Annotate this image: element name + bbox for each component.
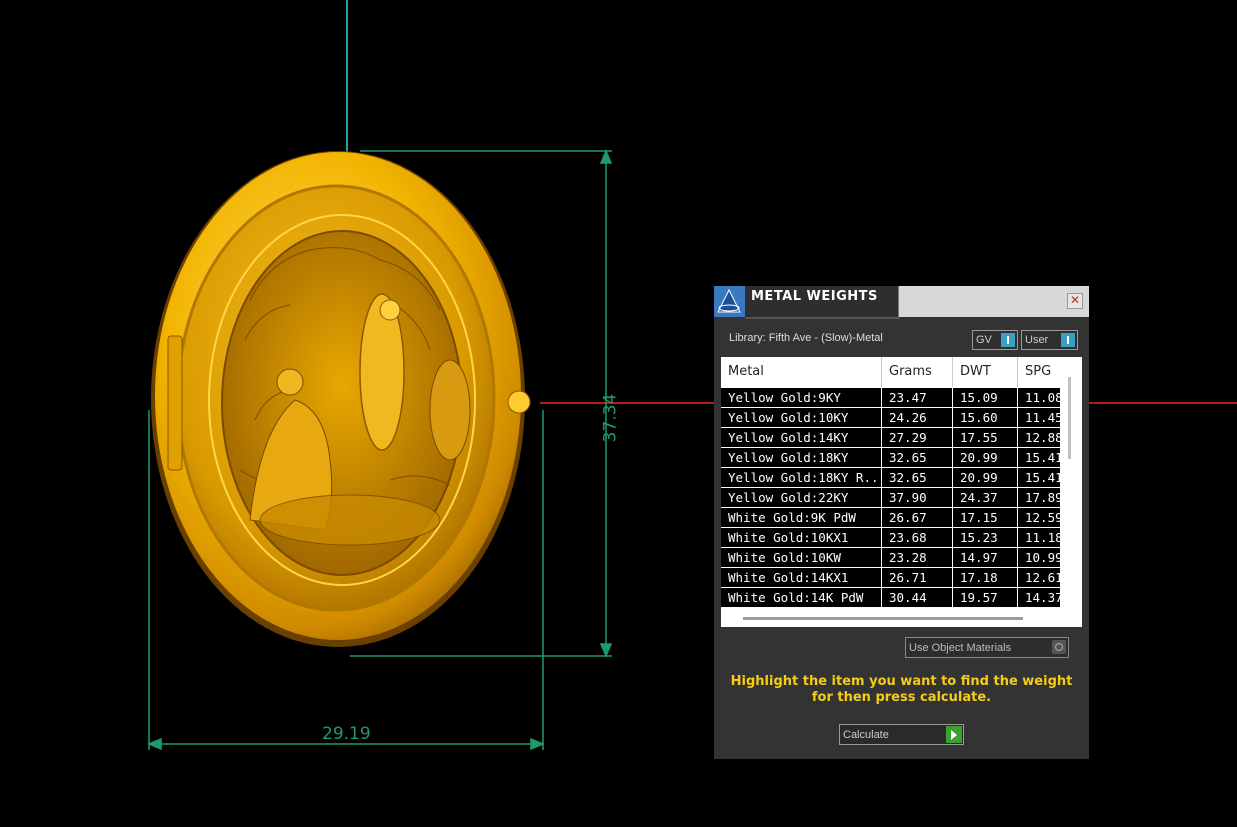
gv-toggle[interactable]: GV xyxy=(972,330,1018,350)
spg-cell: 17.89 xyxy=(1018,488,1060,507)
vertical-scrollbar[interactable] xyxy=(1068,377,1071,459)
panel-title-tab: METAL WEIGHTS xyxy=(745,286,899,319)
spg-cell: 10.99 xyxy=(1018,548,1060,567)
panel-title: METAL WEIGHTS xyxy=(751,289,878,304)
grams-cell: 23.28 xyxy=(882,548,952,567)
grams-cell: 27.29 xyxy=(882,428,952,447)
user-toggle[interactable]: User xyxy=(1021,330,1078,350)
grams-cell: 32.65 xyxy=(882,448,952,467)
table-row[interactable]: Yellow Gold:9KY 23.47 15.09 11.08 xyxy=(721,388,1060,408)
metal-cell: Yellow Gold:14KY xyxy=(721,428,881,447)
dwt-cell: 14.97 xyxy=(953,548,1017,567)
grams-cell: 37.90 xyxy=(882,488,952,507)
metal-cell: Yellow Gold:18KY R... xyxy=(721,468,881,487)
table-header: Metal Grams DWT SPG xyxy=(721,357,1082,387)
close-icon: ✕ xyxy=(1069,293,1081,307)
app-logo-icon xyxy=(714,286,745,317)
grams-cell: 23.47 xyxy=(882,388,952,407)
spg-cell: 12.59 xyxy=(1018,508,1060,527)
column-header-metal[interactable]: Metal xyxy=(721,357,882,387)
dwt-cell: 17.18 xyxy=(953,568,1017,587)
table-row[interactable]: Yellow Gold:22KY 37.90 24.37 17.89 xyxy=(721,488,1060,508)
gv-toggle-label: GV xyxy=(976,334,992,346)
calculate-label: Calculate xyxy=(843,729,889,741)
table-row[interactable]: White Gold:14KX1 26.71 17.18 12.61 xyxy=(721,568,1060,588)
dwt-cell: 24.37 xyxy=(953,488,1017,507)
instruction-text: Highlight the item you want to find the … xyxy=(730,674,1073,705)
spg-cell: 15.41 xyxy=(1018,468,1060,487)
metal-weights-panel: METAL WEIGHTS ✕ Library: Fifth Ave - (Sl… xyxy=(714,286,1089,759)
gold-pendant-model[interactable] xyxy=(151,151,531,647)
metal-cell: Yellow Gold:9KY xyxy=(721,388,881,407)
metal-cell: White Gold:14KX1 xyxy=(721,568,881,587)
dwt-cell: 15.09 xyxy=(953,388,1017,407)
table-row[interactable]: Yellow Gold:14KY 27.29 17.55 12.88 xyxy=(721,428,1060,448)
toggle-switch-icon xyxy=(1061,333,1075,347)
grams-cell: 26.71 xyxy=(882,568,952,587)
dwt-cell: 20.99 xyxy=(953,448,1017,467)
metal-cell: White Gold:10KW xyxy=(721,548,881,567)
table-row[interactable]: White Gold:14K PdW 30.44 19.57 14.37 xyxy=(721,588,1060,608)
metal-cell: Yellow Gold:22KY xyxy=(721,488,881,507)
dwt-cell: 17.55 xyxy=(953,428,1017,447)
table-row[interactable]: White Gold:10KW 23.28 14.97 10.99 xyxy=(721,548,1060,568)
column-header-grams[interactable]: Grams xyxy=(882,357,953,387)
table-body: Yellow Gold:9KY 23.47 15.09 11.08 Yellow Go… xyxy=(721,388,1060,608)
dwt-cell: 20.99 xyxy=(953,468,1017,487)
spg-cell: 12.61 xyxy=(1018,568,1060,587)
table-row[interactable]: Yellow Gold:18KY R... 32.65 20.99 15.41 xyxy=(721,468,1060,488)
panel-title-bar[interactable]: METAL WEIGHTS ✕ xyxy=(714,286,1089,319)
spg-cell: 11.08 xyxy=(1018,388,1060,407)
title-bar-fill xyxy=(899,286,1089,317)
play-arrow-icon xyxy=(946,726,962,743)
toggle-switch-icon xyxy=(1001,333,1015,347)
dimension-width-label: 29.19 xyxy=(322,724,371,744)
dwt-cell: 15.60 xyxy=(953,408,1017,427)
column-header-dwt[interactable]: DWT xyxy=(953,357,1018,387)
dwt-cell: 15.23 xyxy=(953,528,1017,547)
metal-cell: White Gold:14K PdW xyxy=(721,588,881,607)
metal-cell: White Gold:10KX1 xyxy=(721,528,881,547)
calculate-button[interactable]: Calculate xyxy=(839,724,964,745)
spg-cell: 11.18 xyxy=(1018,528,1060,547)
metal-cell: Yellow Gold:18KY xyxy=(721,448,881,467)
dwt-cell: 17.15 xyxy=(953,508,1017,527)
grams-cell: 26.67 xyxy=(882,508,952,527)
spg-cell: 11.45 xyxy=(1018,408,1060,427)
table-row[interactable]: White Gold:10KX1 23.68 15.23 11.18 xyxy=(721,528,1060,548)
library-label: Library: Fifth Ave - (Slow)-Metal xyxy=(729,332,883,344)
table-row[interactable]: White Gold:9K PdW 26.67 17.15 12.59 xyxy=(721,508,1060,528)
use-object-materials-toggle[interactable]: Use Object Materials xyxy=(905,637,1069,658)
close-button[interactable]: ✕ xyxy=(1067,293,1083,309)
table-row[interactable]: Yellow Gold:10KY 24.26 15.60 11.45 xyxy=(721,408,1060,428)
use-object-materials-label: Use Object Materials xyxy=(909,642,1012,654)
user-toggle-label: User xyxy=(1025,334,1049,346)
dwt-cell: 19.57 xyxy=(953,588,1017,607)
spg-cell: 14.37 xyxy=(1018,588,1060,607)
table-row[interactable]: Yellow Gold:18KY 32.65 20.99 15.41 xyxy=(721,448,1060,468)
horizontal-scrollbar[interactable] xyxy=(743,617,1023,620)
radio-icon xyxy=(1052,640,1066,654)
dimension-height-label: 37.34 xyxy=(600,393,621,443)
grams-cell: 24.26 xyxy=(882,408,952,427)
metal-cell: White Gold:9K PdW xyxy=(721,508,881,527)
metal-weights-table[interactable]: Metal Grams DWT SPG Yellow Gold:9KY 23.47… xyxy=(721,357,1082,627)
grams-cell: 23.68 xyxy=(882,528,952,547)
grams-cell: 30.44 xyxy=(882,588,952,607)
spg-cell: 15.41 xyxy=(1018,448,1060,467)
metal-cell: Yellow Gold:10KY xyxy=(721,408,881,427)
grams-cell: 32.65 xyxy=(882,468,952,487)
spg-cell: 12.88 xyxy=(1018,428,1060,447)
column-header-spg[interactable]: SPG xyxy=(1018,357,1064,387)
